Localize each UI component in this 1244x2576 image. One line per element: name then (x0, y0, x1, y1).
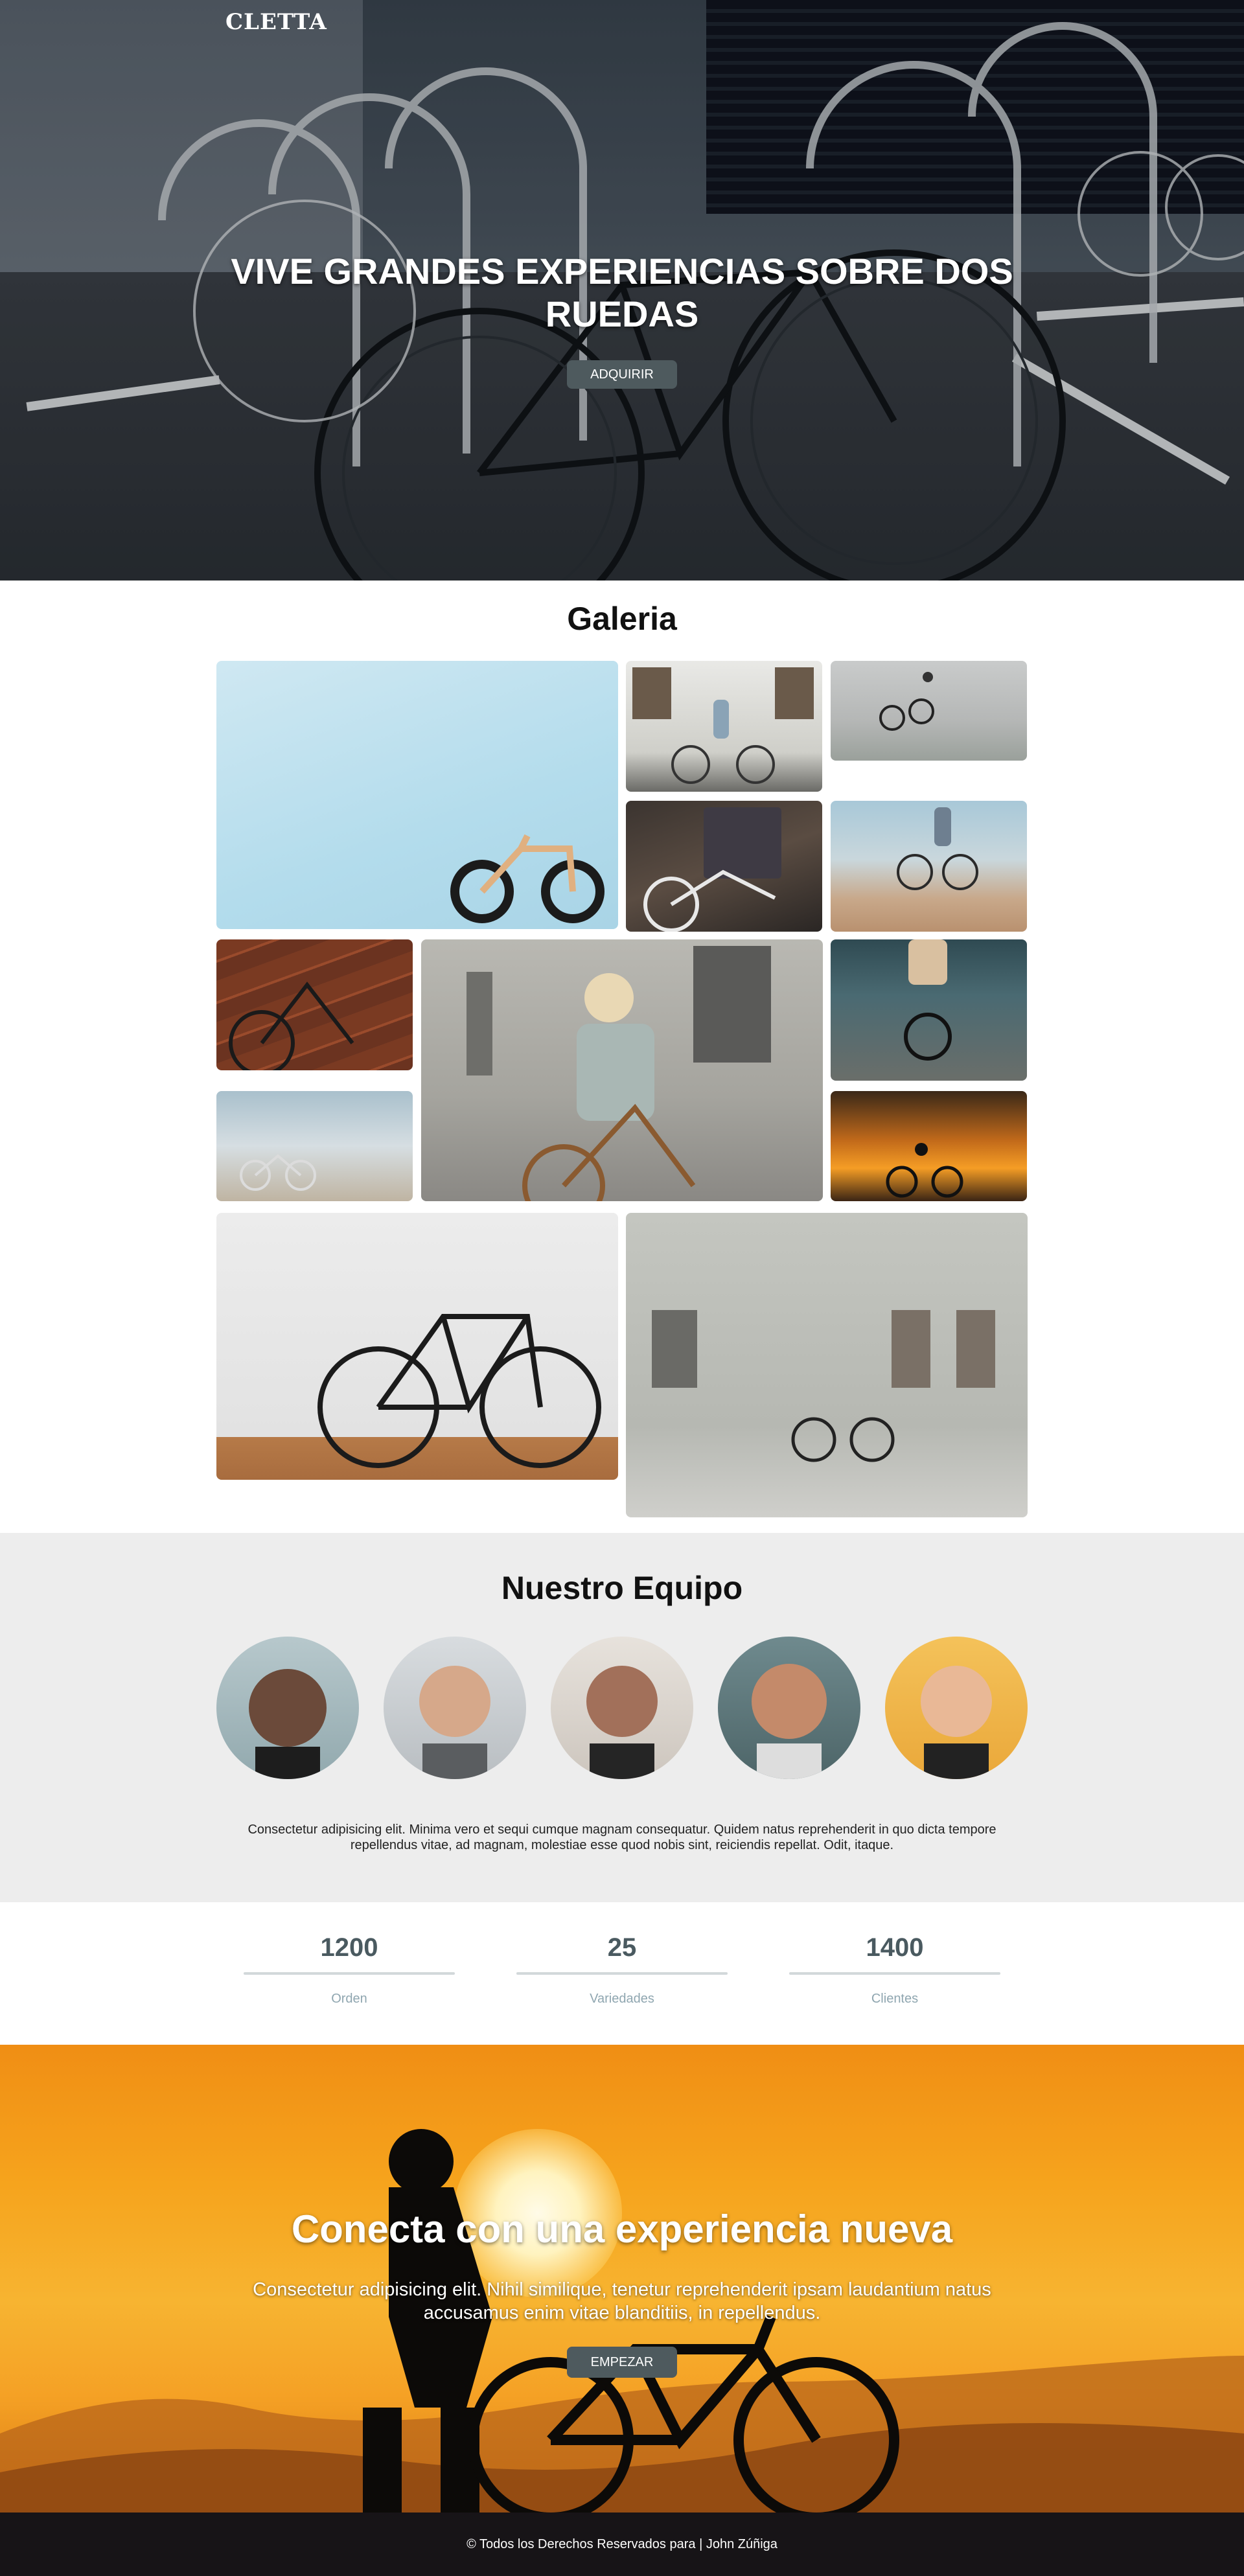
stat-label: Orden (331, 1992, 367, 2006)
gallery-photo[interactable] (831, 1091, 1027, 1201)
gallery-photo[interactable] (626, 1213, 1028, 1517)
gallery-photo[interactable] (216, 1091, 413, 1201)
gallery-photo[interactable] (216, 1213, 618, 1480)
avatar[interactable] (885, 1637, 1028, 1779)
gallery-photo[interactable] (216, 661, 618, 929)
gallery-title: Galeria (567, 601, 677, 637)
avatar[interactable] (384, 1637, 526, 1779)
stat-value: 1400 (866, 1933, 924, 1962)
gallery-photo[interactable] (831, 661, 1027, 761)
gallery-photo[interactable] (626, 801, 822, 932)
stat-clients: 1400 Clientes (789, 1933, 1000, 2007)
cta-text: Consectetur adipisicing elit. Nihil simi… (253, 2279, 991, 2323)
start-button[interactable]: EMPEZAR (567, 2347, 677, 2378)
acquire-button[interactable]: ADQUIRIR (567, 360, 677, 389)
gallery-photo[interactable] (831, 939, 1027, 1081)
stats-section: 1200 Orden 25 Variedades 1400 Clientes (0, 1902, 1244, 2045)
gallery-photo[interactable] (831, 801, 1027, 932)
hero-section: CLETTA VIVE GRANDES EXPERIENCIAS SOBRE D… (0, 0, 1244, 581)
cta-title: Conecta con una experiencia nueva (291, 2207, 953, 2251)
stat-value: 25 (607, 1933, 637, 1962)
footer: © Todos los Derechos Reservados para | J… (0, 2513, 1244, 2576)
stat-varieties: 25 Variedades (516, 1933, 728, 2007)
hero-title: VIVE GRANDES EXPERIENCIAS SOBRE DOS RUED… (231, 251, 1013, 334)
gallery-photo[interactable] (626, 661, 822, 792)
avatar[interactable] (551, 1637, 693, 1779)
footer-text: © Todos los Derechos Reservados para | J… (466, 2536, 778, 2551)
gallery-photo[interactable] (216, 939, 413, 1070)
gallery-photo[interactable] (421, 939, 823, 1201)
team-section: Nuestro Equipo Consectetur adipisicing e… (0, 1533, 1244, 1902)
cta-section: Conecta con una experiencia nueva Consec… (0, 2045, 1244, 2513)
team-description: Consectetur adipisicing elit. Minima ver… (248, 1823, 996, 1852)
avatar[interactable] (216, 1637, 359, 1779)
stat-label: Variedades (590, 1992, 654, 2006)
avatar[interactable] (718, 1637, 860, 1779)
stat-value: 1200 (320, 1933, 378, 1962)
gallery-section: Galeria (0, 581, 1244, 1533)
team-title: Nuestro Equipo (501, 1570, 743, 1606)
stat-label: Clientes (871, 1992, 919, 2006)
brand-logo[interactable]: CLETTA (225, 9, 327, 35)
stat-orders: 1200 Orden (244, 1933, 455, 2007)
